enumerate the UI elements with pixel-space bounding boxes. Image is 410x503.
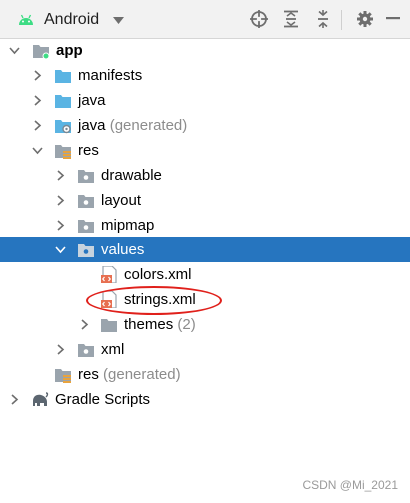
module-folder-icon: [33, 45, 50, 59]
tree-item-label: manifests: [78, 67, 143, 84]
tree-item-res-generated[interactable]: res (generated): [0, 362, 410, 387]
project-toolbar: Android: [0, 0, 410, 39]
tree-item-label: xml: [101, 341, 125, 358]
folder-name: res: [78, 366, 99, 383]
tree-item-label: colors.xml: [124, 266, 192, 283]
resource-folder-icon: [55, 369, 71, 383]
tree-item-label: res: [78, 142, 99, 159]
tree-item-gradle-scripts[interactable]: Gradle Scripts: [0, 387, 410, 412]
hide-icon[interactable]: [384, 17, 402, 20]
dropdown-icon: [113, 16, 125, 24]
tree-item-label: java (generated): [78, 116, 187, 135]
chevron-down-icon[interactable]: [55, 244, 66, 255]
expand-all-icon[interactable]: [282, 10, 300, 28]
resource-folder-icon: [55, 145, 71, 159]
chevron-right-icon[interactable]: [32, 70, 43, 81]
tree-item-strings-xml[interactable]: strings.xml: [0, 287, 410, 312]
tree-item-java-generated[interactable]: java (generated): [0, 113, 410, 138]
chevron-down-icon[interactable]: [9, 45, 20, 56]
view-selector[interactable]: Android: [18, 9, 125, 31]
package-folder-icon: [78, 344, 94, 357]
tree-item-label: res (generated): [78, 365, 181, 384]
chevron-right-icon[interactable]: [55, 195, 66, 206]
tree-item-label: app: [56, 42, 83, 59]
item-count: (2): [177, 316, 196, 333]
folder-icon: [101, 319, 117, 332]
tree-item-colors-xml[interactable]: colors.xml: [0, 262, 410, 287]
tree-item-label: strings.xml: [124, 291, 196, 308]
tree-item-label: drawable: [101, 167, 162, 184]
tree-item-res[interactable]: res: [0, 138, 410, 163]
chevron-right-icon[interactable]: [55, 344, 66, 355]
tree-item-themes[interactable]: themes (2): [0, 312, 410, 337]
package-folder-icon: [78, 195, 94, 208]
generated-folder-icon: [55, 120, 71, 134]
tree-item-values[interactable]: values: [0, 237, 410, 262]
tree-item-label: mipmap: [101, 217, 155, 234]
tree-item-label: Gradle Scripts: [55, 391, 151, 408]
package-folder-icon: [78, 220, 94, 233]
view-selector-label: Android: [44, 11, 100, 28]
tree-item-layout[interactable]: layout: [0, 188, 410, 213]
tree-item-mipmap[interactable]: mipmap: [0, 213, 410, 238]
folder-name: java: [78, 117, 106, 134]
chevron-right-icon[interactable]: [79, 319, 90, 330]
watermark: CSDN @Mi_2021: [302, 478, 398, 492]
tree-item-label: layout: [101, 192, 142, 209]
chevron-right-icon[interactable]: [32, 120, 43, 131]
generated-suffix: (generated): [103, 366, 181, 383]
package-folder-icon: [78, 244, 94, 257]
gradle-elephant-icon: [33, 392, 49, 406]
xml-file-icon: [101, 291, 117, 308]
chevron-right-icon[interactable]: [55, 170, 66, 181]
tree-item-app[interactable]: app: [0, 38, 410, 63]
tree-item-label: values: [101, 241, 145, 258]
chevron-down-icon[interactable]: [32, 145, 43, 156]
folder-name: themes: [124, 316, 174, 333]
tree-item-xml[interactable]: xml: [0, 337, 410, 362]
android-icon: [19, 14, 33, 25]
chevron-right-icon[interactable]: [9, 394, 20, 405]
xml-file-icon: [101, 266, 117, 283]
tree-item-drawable[interactable]: drawable: [0, 163, 410, 188]
chevron-right-icon[interactable]: [32, 95, 43, 106]
locate-icon[interactable]: [250, 10, 268, 28]
generated-suffix: (generated): [109, 117, 188, 134]
package-folder-icon: [78, 170, 94, 183]
settings-icon[interactable]: [356, 10, 374, 28]
tree-item-label: java: [78, 92, 106, 109]
collapse-all-icon[interactable]: [314, 10, 332, 28]
tree-item-manifests[interactable]: manifests: [0, 63, 410, 88]
tree-item-label: themes (2): [124, 315, 196, 334]
toolbar-separator: [341, 10, 342, 30]
chevron-right-icon[interactable]: [55, 220, 66, 231]
folder-icon: [55, 95, 71, 108]
folder-icon: [55, 70, 71, 83]
tree-item-java[interactable]: java: [0, 88, 410, 113]
